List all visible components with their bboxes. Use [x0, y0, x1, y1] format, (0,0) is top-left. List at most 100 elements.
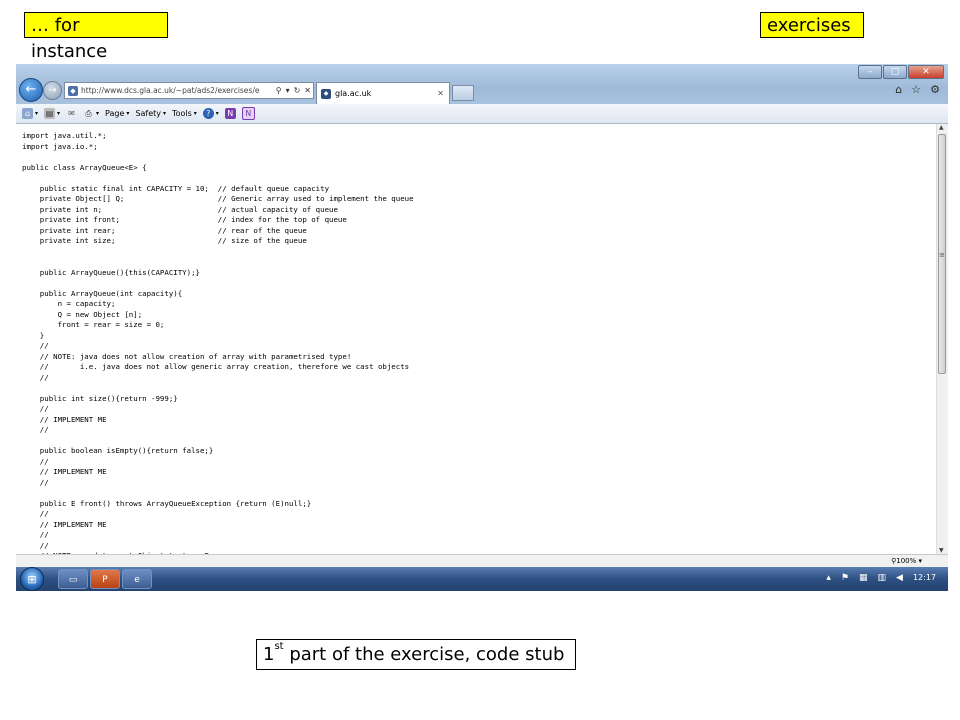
back-arrow-icon[interactable]: ← [19, 78, 43, 102]
stop-icon[interactable]: ✕ [304, 86, 311, 95]
code-line: private int n; // actual capacity of que… [22, 204, 338, 214]
close-window-button[interactable]: ✕ [908, 65, 944, 79]
scroll-grip-icon: ≡ [939, 251, 945, 259]
code-line: // [22, 341, 49, 350]
address-bar[interactable]: ◆ http://www.dcs.gla.ac.uk/~pat/ads2/exe… [64, 82, 314, 99]
page-menu-label: Page [105, 109, 125, 118]
browser-title-bar: – □ ✕ ← → ◆ http://www.dcs.gla.ac.uk/~pa… [16, 64, 948, 104]
powerpoint-taskbar-icon[interactable]: P [90, 569, 120, 589]
search-icon[interactable]: ⚲ [276, 86, 282, 95]
clock[interactable]: 12:17 [913, 573, 936, 583]
code-line: // IMPLEMENT ME [22, 414, 107, 424]
zoom-level[interactable]: ⚲100% ▾ [891, 557, 922, 565]
safety-menu-label: Safety [135, 109, 162, 118]
slide-caption: 1st part of the exercise, code stub [256, 639, 576, 670]
internet-explorer-taskbar-icon[interactable]: e [122, 569, 152, 589]
code-line: // IMPLEMENT ME [22, 467, 107, 476]
windows-taskbar: ⊞ ▭ P e ▴ ⚑ ▦ ▥ ◀ 12:17 [16, 567, 948, 591]
caption-superscript: st [274, 641, 284, 652]
help-cmd[interactable]: ? ▾ [202, 108, 219, 119]
tools-menu[interactable]: Tools ▾ [172, 109, 197, 118]
network-icon[interactable]: ▥ [878, 573, 887, 583]
scroll-up-icon[interactable]: ▲ [939, 124, 944, 131]
print-cmd[interactable]: ⎙ ▾ [83, 108, 99, 119]
code-line: } [22, 330, 45, 340]
action-center-icon[interactable]: ⚑ [841, 573, 849, 583]
new-tab-button[interactable] [452, 85, 474, 101]
status-bar: ⚲100% ▾ [16, 554, 948, 568]
slide-label-right: exercises [760, 12, 864, 38]
onenote-icon[interactable]: N [224, 108, 236, 119]
refresh-icon[interactable]: ↻ [294, 86, 301, 95]
mail-cmd[interactable]: ✉ [66, 108, 77, 119]
window-controls: – □ ✕ [858, 65, 944, 79]
code-line: // [22, 456, 49, 466]
onenote-linked-icon[interactable]: N [241, 107, 255, 120]
explorer-taskbar-icon[interactable]: ▭ [58, 569, 88, 589]
browser-tab[interactable]: ◆ gla.ac.uk ✕ [316, 82, 450, 104]
caption-number: 1 [263, 644, 275, 665]
safety-menu[interactable]: Safety ▾ [135, 109, 166, 118]
code-line: private Object[] Q; // Generic array use… [22, 194, 414, 203]
close-tab-icon[interactable]: ✕ [437, 89, 444, 98]
forward-arrow-icon[interactable]: → [43, 81, 62, 100]
zoom-value: 100% [896, 557, 917, 565]
minimize-button[interactable]: – [858, 65, 882, 79]
browser-screenshot: – □ ✕ ← → ◆ http://www.dcs.gla.ac.uk/~pa… [16, 64, 948, 591]
code-line: import java.io.*; [22, 141, 98, 151]
code-line: import java.util.*; [22, 131, 107, 140]
feeds-cmd[interactable]: ▤ ▾ [44, 108, 60, 119]
dropdown-chevron-icon[interactable]: ▾ [286, 86, 290, 95]
code-line: public E front() throws ArrayQueueExcept… [22, 498, 312, 508]
home-cmd[interactable]: ⌂ ▾ [22, 108, 38, 119]
tray-app-icon[interactable]: ▦ [859, 573, 868, 583]
volume-icon[interactable]: ◀ [896, 573, 903, 583]
code-line: // NOTE: java does not allow creation of… [22, 351, 352, 361]
code-line: public class ArrayQueue<E> { [22, 162, 147, 172]
code-line: // [22, 540, 49, 550]
code-line: Q = new Object [n]; [22, 309, 143, 319]
tab-favicon-icon: ◆ [321, 88, 331, 99]
page-content: import java.util.*; import java.io.*; pub… [16, 124, 936, 554]
gear-icon[interactable]: ⚙ [930, 83, 940, 96]
page-menu[interactable]: Page ▾ [105, 109, 129, 118]
code-line: // [22, 425, 49, 434]
scroll-down-icon[interactable]: ▼ [939, 547, 944, 554]
tray-arrow-icon[interactable]: ▴ [826, 573, 831, 583]
star-icon[interactable]: ☆ [911, 83, 921, 96]
code-line: // [22, 372, 49, 382]
windows-start-icon[interactable]: ⊞ [20, 567, 44, 591]
code-line: public ArrayQueue(int capacity){ [22, 288, 183, 298]
code-line: private int rear; // rear of the queue [22, 225, 307, 235]
code-line: private int front; // index for the top … [22, 215, 347, 224]
tools-menu-label: Tools [172, 109, 192, 118]
code-line: public ArrayQueue(){this(CAPACITY);} [22, 267, 200, 277]
code-line: n = capacity; [22, 299, 116, 308]
code-line: // IMPLEMENT ME [22, 519, 107, 529]
caption-text: part of the exercise, code stub [283, 644, 565, 665]
site-favicon-icon: ◆ [68, 85, 78, 96]
java-code-listing: import java.util.*; import java.io.*; pub… [16, 124, 936, 554]
code-line: front = rear = size = 0; [22, 320, 165, 329]
slide-label-left: … for instance [24, 12, 168, 62]
vertical-scrollbar[interactable]: ▲ ≡ ▼ [936, 124, 948, 554]
code-line: // [22, 509, 49, 518]
home-icon[interactable]: ⌂ [895, 83, 902, 96]
browser-right-icons: ⌂ ☆ ⚙ [895, 83, 940, 96]
code-line: // [22, 404, 49, 413]
system-tray: ▴ ⚑ ▦ ▥ ◀ 12:17 [826, 573, 936, 583]
tab-title: gla.ac.uk [335, 89, 372, 98]
address-url[interactable]: http://www.dcs.gla.ac.uk/~pat/ads2/exerc… [81, 86, 274, 95]
maximize-button[interactable]: □ [883, 65, 907, 79]
code-line: // i.e. java does not allow generic arra… [22, 362, 410, 371]
code-line: public int size(){return -999;} [22, 393, 178, 403]
code-line: private int size; // size of the queue [22, 236, 307, 245]
code-line: // [22, 530, 49, 539]
